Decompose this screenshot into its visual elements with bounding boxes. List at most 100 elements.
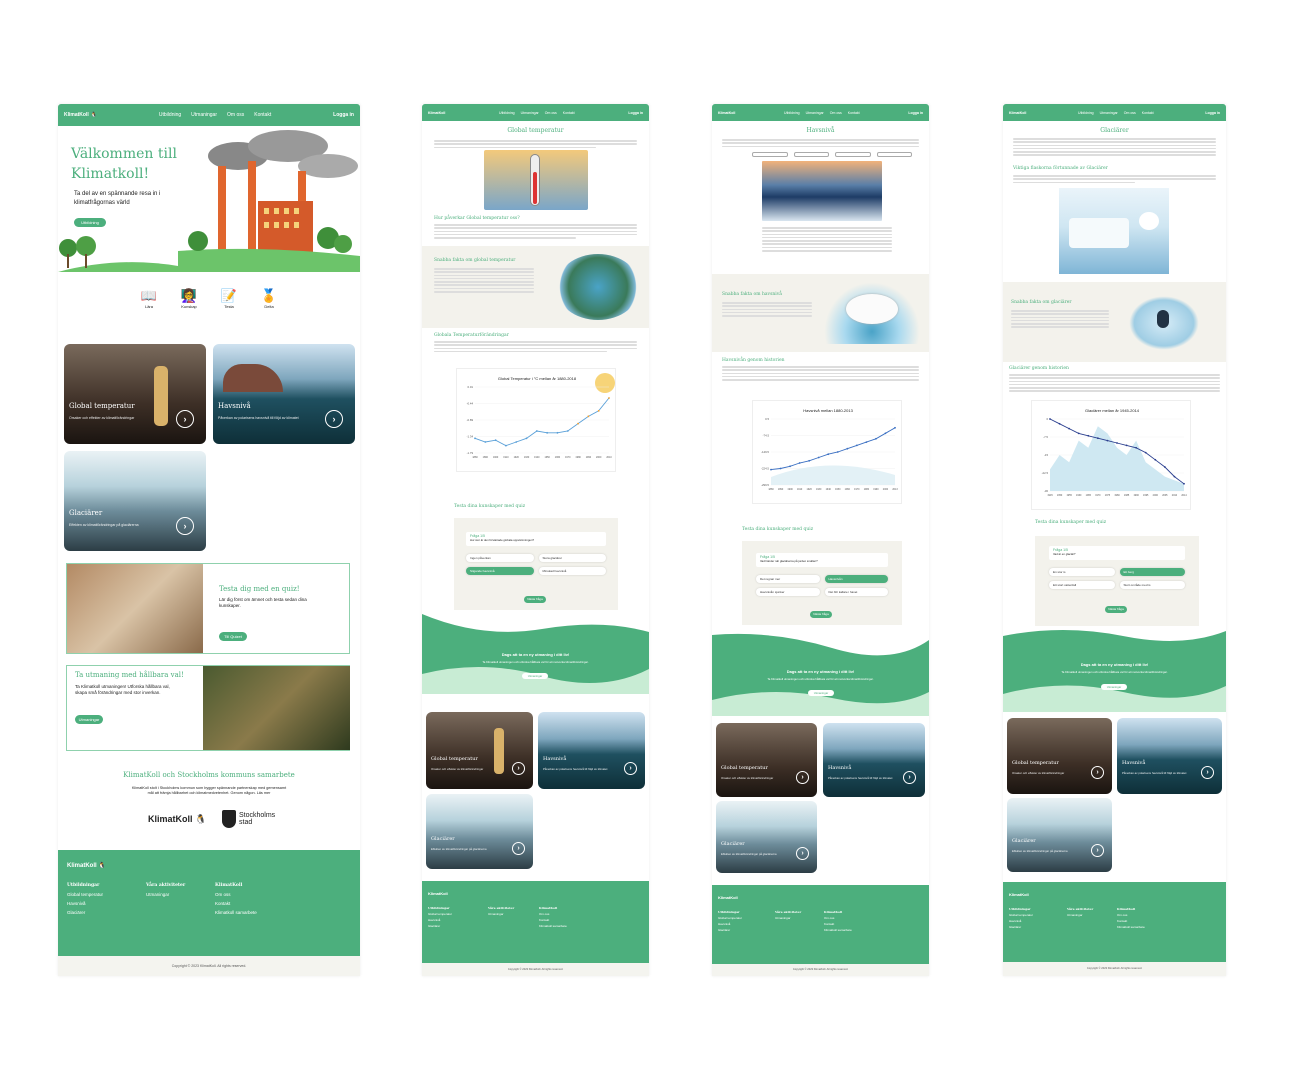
cta-button[interactable]: Utmaningar xyxy=(1101,684,1127,690)
card-havsniva[interactable]: Havsnivå Påverkan av polarisens havsnivå… xyxy=(823,723,925,797)
challenge-button[interactable]: Utmaningar xyxy=(75,715,103,724)
nav-om-oss[interactable]: Om oss xyxy=(1124,111,1136,115)
card-glaciarer[interactable]: Glaciärer Effekten av klimatförändringar… xyxy=(426,794,533,869)
data-point xyxy=(808,459,811,462)
nav-om-oss[interactable]: Om oss xyxy=(227,112,244,118)
logo[interactable]: KlimatKoll xyxy=(1009,111,1026,115)
card-havsniva[interactable]: Havsnivå Påverkan av polarisens havsnivå… xyxy=(213,344,355,444)
x-tick-label: 2000 xyxy=(1153,494,1159,497)
x-tick-label: 2010 xyxy=(1172,494,1178,497)
card-global-temperatur[interactable]: Global temperatur Orsaker och effekter a… xyxy=(426,712,533,789)
data-point xyxy=(1163,466,1166,468)
nav-utmaningar[interactable]: Utmaningar xyxy=(191,112,217,118)
footer: KlimatKoll 🐧 Utbildningar Global tempera… xyxy=(58,850,360,956)
nav-utmaningar[interactable]: Utmaningar xyxy=(521,111,539,115)
cta-button[interactable]: Utmaningar xyxy=(808,690,834,696)
mountain-area xyxy=(1050,426,1184,491)
feature-lara[interactable]: 📖 Lära xyxy=(140,288,158,328)
chevron-right-icon[interactable]: › xyxy=(176,517,194,535)
chevron-right-icon[interactable]: › xyxy=(796,771,809,784)
login-link[interactable]: Logga in xyxy=(1205,111,1220,115)
nav-om-oss[interactable]: Om oss xyxy=(545,111,557,115)
footer-link[interactable]: Kontakt xyxy=(215,899,257,908)
chevron-right-icon[interactable]: › xyxy=(325,410,343,428)
nav-kontakt[interactable]: Kontakt xyxy=(1142,111,1154,115)
chevron-right-icon[interactable]: › xyxy=(512,842,525,855)
badge-icon: 🏅 xyxy=(260,288,278,303)
feature-kunskap[interactable]: 👩‍🏫 Kunskap xyxy=(180,288,198,328)
card-glaciarer[interactable]: Glaciärer Effekten av klimatförändringar… xyxy=(716,801,817,873)
quiz-answer-option[interactable]: Det regnar mer xyxy=(756,575,820,583)
quiz-promo-button[interactable]: Till Quizet xyxy=(219,632,247,641)
card-global-temperatur[interactable]: Global temperatur Orsaker och effekter a… xyxy=(1007,718,1112,794)
card-glaciarer[interactable]: Glaciärer Effekten av klimatförändringar… xyxy=(64,451,206,551)
intro-text xyxy=(722,139,919,149)
chevron-right-icon[interactable]: › xyxy=(176,410,194,428)
trees-illustration xyxy=(58,236,178,272)
card-glaciarer[interactable]: Glaciärer Effekten av klimatförändringar… xyxy=(1007,798,1112,872)
quiz-answers: Ingen påverkan Stora glaciärer Stigande ha… xyxy=(466,554,606,575)
card-havsniva[interactable]: Havsnivå Påverkan av polarisens havsnivå… xyxy=(1117,718,1222,794)
feature-delta[interactable]: 🏅 Delta xyxy=(260,288,278,328)
quiz-answer-option[interactable]: En stor is xyxy=(1049,568,1115,576)
nav-utbildning[interactable]: Utbildning xyxy=(159,112,181,118)
chevron-right-icon[interactable]: › xyxy=(1091,844,1104,857)
data-point xyxy=(798,462,801,464)
card-global-temperatur[interactable]: Global temperatur Orsaker och effekter a… xyxy=(716,723,817,797)
quiz-answer-option[interactable]: Stort område med is xyxy=(1119,581,1185,589)
quiz-answer-option[interactable]: Ett berg xyxy=(1119,568,1185,576)
nav-kontakt[interactable]: Kontakt xyxy=(848,111,860,115)
quiz-answer-option[interactable]: Stigande havsnivå xyxy=(466,567,534,575)
quiz-promo-text: Lär dig först om ämnet och testa sedan d… xyxy=(219,597,307,608)
logo[interactable]: KlimatKoll xyxy=(718,111,735,115)
cta-button[interactable]: Utmaningar xyxy=(522,673,548,679)
data-point xyxy=(474,437,476,440)
card-havsniva[interactable]: Havsnivå Påverkan av polarisens havsnivå… xyxy=(538,712,645,789)
quiz-answer-option[interactable]: Havsnivån xyxy=(824,575,888,583)
logo[interactable]: KlimatKoll xyxy=(428,111,445,115)
quiz-box: Fråga 1/5 Vad är en glaciär? En stor is E… xyxy=(1035,536,1199,626)
chevron-right-icon[interactable]: › xyxy=(1091,766,1104,779)
quiz-answer-option[interactable]: Det blir kallare i havet xyxy=(824,588,888,596)
quiz-answer-option[interactable]: Stora glaciärer xyxy=(538,554,606,562)
chevron-right-icon[interactable]: › xyxy=(1201,766,1214,779)
quiz-answer-option[interactable]: Havsnivån sjunker xyxy=(756,588,820,596)
footer-link[interactable]: Global temperatur xyxy=(67,890,103,899)
footer-link[interactable]: Glaciärer xyxy=(67,908,103,917)
feature-testa[interactable]: 📝 Testa xyxy=(220,288,238,328)
nav-utbildning[interactable]: Utbildning xyxy=(499,111,515,115)
nav-utbildning[interactable]: Utbildning xyxy=(784,111,800,115)
chevron-right-icon[interactable]: › xyxy=(624,762,637,775)
quiz-answer-option[interactable]: Ingen påverkan xyxy=(466,554,534,562)
logo[interactable]: KlimatKoll 🐧 xyxy=(64,112,97,118)
footer-link[interactable]: Utmaningar xyxy=(146,890,185,899)
nav-utmaningar[interactable]: Utmaningar xyxy=(806,111,824,115)
footer-link[interactable]: Om oss xyxy=(215,890,257,899)
facts-section: Snabba fakta om havsnivå xyxy=(712,274,929,352)
quiz-next-button[interactable]: Nästa fråga xyxy=(1105,606,1127,613)
y-tick-label: -30 xyxy=(1044,489,1048,493)
nav-utbildning[interactable]: Utbildning xyxy=(1078,111,1094,115)
nav-kontakt[interactable]: Kontakt xyxy=(254,112,271,118)
chevron-right-icon[interactable]: › xyxy=(903,771,916,784)
card-global-temperatur[interactable]: Global temperatur Orsaker och effekter a… xyxy=(64,344,206,444)
login-link[interactable]: Logga in xyxy=(628,111,643,115)
x-tick-label: 1980 xyxy=(575,456,581,459)
quiz-next-button[interactable]: Nästa fråga xyxy=(524,596,546,603)
data-point xyxy=(556,431,559,434)
nav-kontakt[interactable]: Kontakt xyxy=(563,111,575,115)
quiz-answer-option[interactable]: Minskad havsnivå xyxy=(538,567,606,575)
footer-link[interactable]: Havsnivå xyxy=(67,899,103,908)
login-link[interactable]: Logga in xyxy=(908,111,923,115)
quiz-next-button[interactable]: Nästa fråga xyxy=(810,611,832,618)
facts-section: Snabba fakta om glaciärer xyxy=(1003,282,1226,362)
data-point xyxy=(1106,439,1109,442)
x-tick-label: 1965 xyxy=(1086,494,1092,497)
login-link[interactable]: Logga in xyxy=(333,112,354,118)
quiz-answer-option[interactable]: Ett stort vattenfall xyxy=(1049,581,1115,589)
chevron-right-icon[interactable]: › xyxy=(796,847,809,860)
nav-om-oss[interactable]: Om oss xyxy=(830,111,842,115)
nav-utmaningar[interactable]: Utmaningar xyxy=(1100,111,1118,115)
chevron-right-icon[interactable]: › xyxy=(512,762,525,775)
footer-link[interactable]: Klimatkoll samarbete xyxy=(215,908,257,917)
